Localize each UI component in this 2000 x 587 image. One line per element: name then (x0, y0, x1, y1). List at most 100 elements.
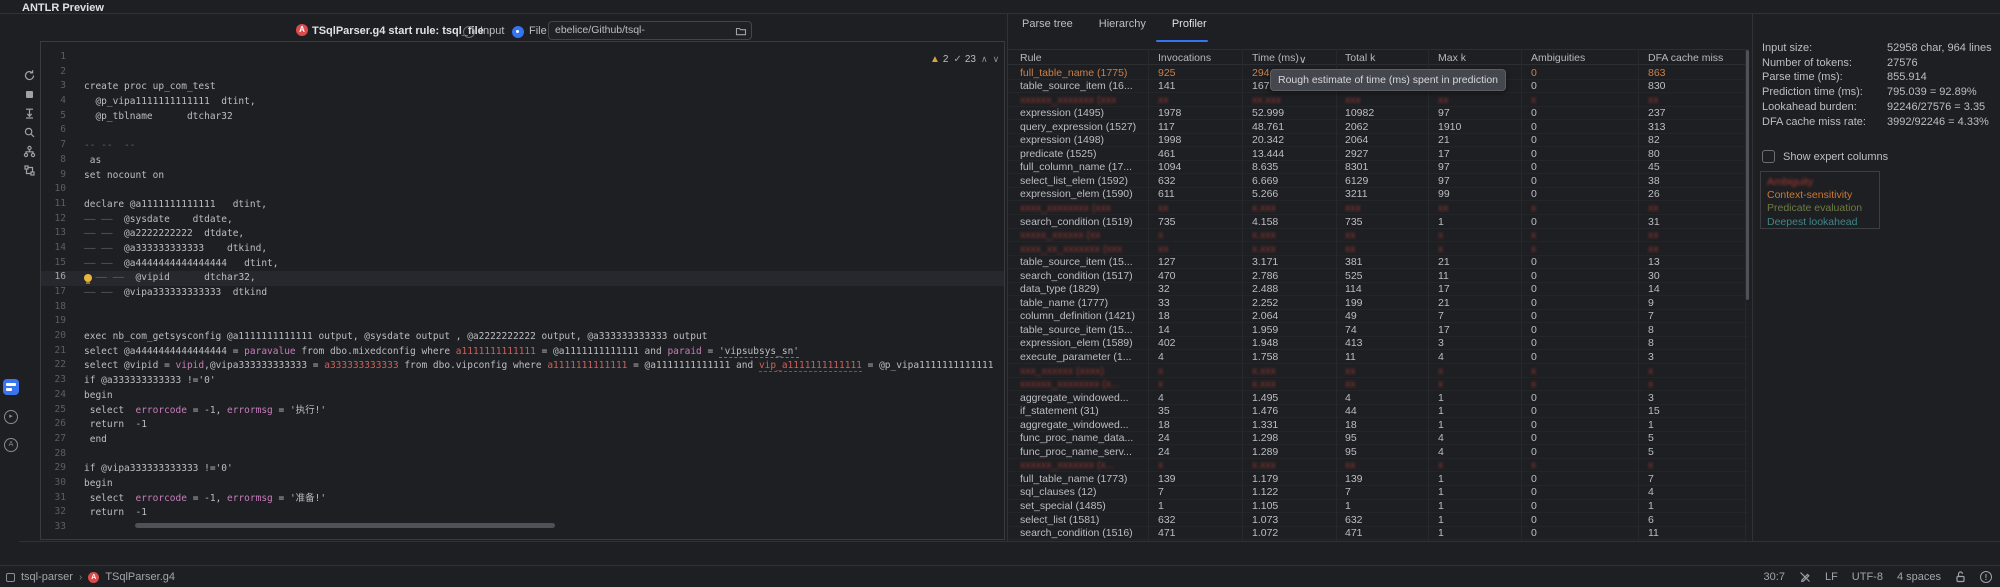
profiler-row[interactable]: execute_parameter (1...41.75811403 (1008, 350, 1748, 364)
tool-stripe-antlr-preview-button[interactable] (3, 379, 19, 395)
column-header-time-ms-[interactable]: Time (ms) ∨ (1252, 52, 1299, 64)
cell: 611 (1158, 188, 1175, 200)
profiler-row[interactable]: xxxxxx_xxxxxxxx (x...xx.xxxxxxxx (1008, 378, 1748, 392)
editor-code-area[interactable]: create proc up_com_test @p_vipa111111111… (84, 51, 994, 536)
profiler-row[interactable]: query_expression (1527)11748.76120621910… (1008, 120, 1748, 134)
profiler-row[interactable]: select_list_elem (1592)6326.669612997038 (1008, 174, 1748, 188)
file-radio[interactable] (512, 26, 524, 38)
profiler-table[interactable]: Rule Invocations Time (ms) ∨ Total k Max k Am… (1008, 49, 1748, 541)
rule-name: xxxx_xx_xxxxxxx (xxx (1020, 243, 1122, 255)
profiler-table-header[interactable]: Rule Invocations Time (ms) ∨ Total k Max k Am… (1008, 49, 1748, 65)
profiler-row[interactable]: xxxxxx_xxxxxxx (x...xx.xxxxxxxx (1008, 459, 1748, 473)
show-expert-columns-label[interactable]: Show expert columns (1783, 151, 1888, 163)
column-header-rule[interactable]: Rule (1020, 52, 1042, 64)
grammar-start-rule-label: TSqlParser.g4 start rule: tsql_file (312, 25, 484, 37)
line-number: 27 (40, 433, 66, 448)
stop-icon[interactable] (20, 85, 38, 103)
status-file-name[interactable]: TSqlParser.g4 (105, 571, 175, 583)
show-expert-columns-checkbox[interactable] (1762, 150, 1775, 163)
refresh-icon[interactable] (20, 66, 38, 84)
cell: 48.761 (1252, 121, 1284, 133)
column-header-ambiguities[interactable]: Ambiguities (1531, 52, 1585, 64)
cell: 30 (1648, 270, 1660, 282)
profiler-row[interactable]: xxxx_xx_xxxxxxx (xxxxxx.xxxxxxxxx (1008, 242, 1748, 256)
intention-bulb-icon[interactable] (84, 274, 92, 282)
profiler-row[interactable]: table_source_item (15...141.959741708 (1008, 323, 1748, 337)
profiler-row[interactable]: full_table_name (1773)1391.179139107 (1008, 472, 1748, 486)
profiler-row[interactable]: func_proc_name_data...241.29895405 (1008, 432, 1748, 446)
profiler-row[interactable]: xxxx_xxxxxxxx (xxxxxx.xxxxxxxxxxx (1008, 201, 1748, 215)
stat-value: 795.039 = 92.89% (1887, 86, 1977, 98)
status-project-name[interactable]: tsql-parser (21, 571, 73, 583)
rule-name: xxxxxx_xxxxxxxx (x... (1020, 378, 1120, 390)
profiler-row[interactable]: predicate (1525)46113.444292717080 (1008, 147, 1748, 161)
antlr-circle-icon[interactable]: A (4, 438, 18, 452)
indent-indicator[interactable]: 4 spaces (1897, 571, 1941, 583)
scroll-to-source-icon[interactable] (20, 104, 38, 122)
prev-issue-chevron-icon[interactable]: ∧ (981, 54, 988, 65)
profiler-row[interactable]: sql_clauses (12)71.1227104 (1008, 486, 1748, 500)
profiler-row[interactable]: search_condition (1519)7354.1587351031 (1008, 215, 1748, 229)
profiler-row[interactable]: func_proc_name_serv...241.28995405 (1008, 445, 1748, 459)
structure-icon[interactable] (20, 161, 38, 179)
column-header-max-k[interactable]: Max k (1438, 52, 1466, 64)
code-line: -- -- -- (84, 139, 994, 154)
profiler-row[interactable]: set_special (1485)11.1051101 (1008, 500, 1748, 514)
highlighting-off-icon[interactable] (1799, 571, 1811, 583)
cell: 38 (1648, 175, 1660, 187)
profiler-row[interactable]: select_list (1581)6321.073632106 (1008, 513, 1748, 527)
profiler-row[interactable]: aggregate_windowed...41.4954103 (1008, 391, 1748, 405)
editor-gutter: 1234567891011121314151617181920212223242… (40, 51, 66, 536)
rule-name: full_column_name (17... (1020, 161, 1132, 173)
legend-item: Ambiguity (1767, 176, 1873, 189)
profiler-row[interactable]: expression_elem (1590)6115.266321199026 (1008, 188, 1748, 202)
browse-folder-icon[interactable] (735, 25, 747, 37)
editor-horizontal-scrollbar[interactable] (135, 523, 555, 528)
profiler-legend: AmbiguityContext-sensitivityPredicate ev… (1760, 171, 1880, 229)
profiler-row[interactable]: table_source_item (15...1273.17138121013 (1008, 256, 1748, 270)
cell: 0 (1531, 514, 1537, 526)
profiler-row[interactable]: xxx_xxxxxx (xxxx)xx.xxxxxxxx (1008, 364, 1748, 378)
project-window-icon[interactable] (6, 573, 15, 582)
profiler-row[interactable]: xxxxx_xxxxxx (xxxx.xxxxxxxxx (1008, 229, 1748, 243)
column-header-total-k[interactable]: Total k (1345, 52, 1375, 64)
profiler-row[interactable]: column_definition (1421)182.06449707 (1008, 310, 1748, 324)
notifications-icon[interactable]: ! (1980, 571, 1992, 583)
tab-parse-tree[interactable]: Parse tree (1022, 18, 1073, 38)
profiler-row[interactable]: search_condition (1517)4702.78652511030 (1008, 269, 1748, 283)
profiler-row[interactable]: table_name (1777)332.2521992109 (1008, 296, 1748, 310)
column-header-invocations[interactable]: Invocations (1158, 52, 1211, 64)
cell: 0 (1531, 175, 1537, 187)
next-issue-chevron-icon[interactable]: ∨ (993, 54, 1000, 65)
run-circle-icon[interactable]: ▸ (4, 410, 18, 424)
profiler-row[interactable]: if_statement (31)351.476441015 (1008, 405, 1748, 419)
profiler-row[interactable]: expression (1498)199820.342206421082 (1008, 134, 1748, 148)
profiler-row[interactable]: data_type (1829)322.48811417014 (1008, 283, 1748, 297)
profiler-row[interactable]: aggregate_windowed...181.33118101 (1008, 418, 1748, 432)
encoding-indicator[interactable]: UTF-8 (1852, 571, 1883, 583)
column-header-dfa-cache-miss[interactable]: DFA cache miss (1648, 52, 1723, 64)
input-radio[interactable] (463, 26, 475, 38)
tab-hierarchy[interactable]: Hierarchy (1099, 18, 1146, 38)
table-vertical-scrollbar[interactable] (1746, 50, 1749, 300)
input-radio-label[interactable]: Input (480, 25, 504, 37)
code-line: create proc up_com_test (84, 80, 994, 95)
hierarchy-icon[interactable] (20, 142, 38, 160)
file-radio-label[interactable]: File (529, 25, 547, 37)
cell: x (1531, 202, 1536, 214)
cell: 4 (1158, 351, 1164, 363)
caret-position[interactable]: 30:7 (1764, 571, 1785, 583)
profiler-row[interactable]: expression_elem (1589)4021.948413308 (1008, 337, 1748, 351)
profiler-row[interactable]: expression (1495)197852.99910982970237 (1008, 107, 1748, 121)
profiler-row[interactable]: xxxxxx_xxxxxxx (xxxxxxx.xxxxxxxxxxx (1008, 93, 1748, 107)
cell: xx (1345, 459, 1356, 471)
find-icon[interactable] (20, 123, 38, 141)
profiler-row[interactable]: search_condition (1516)4711.0724711011 (1008, 527, 1748, 541)
line-number: 13 (40, 227, 66, 242)
line-ending-indicator[interactable]: LF (1825, 571, 1838, 583)
profiler-row[interactable]: full_column_name (17...10948.63583019704… (1008, 161, 1748, 175)
inspections-widget[interactable]: ▲2 ✓23 ∧ ∨ (930, 52, 999, 66)
lock-open-icon[interactable] (1955, 571, 1966, 583)
file-path-field[interactable]: ebelice/Github/tsql-parser/examples/big.… (548, 21, 752, 40)
tab-profiler[interactable]: Profiler (1172, 18, 1207, 38)
